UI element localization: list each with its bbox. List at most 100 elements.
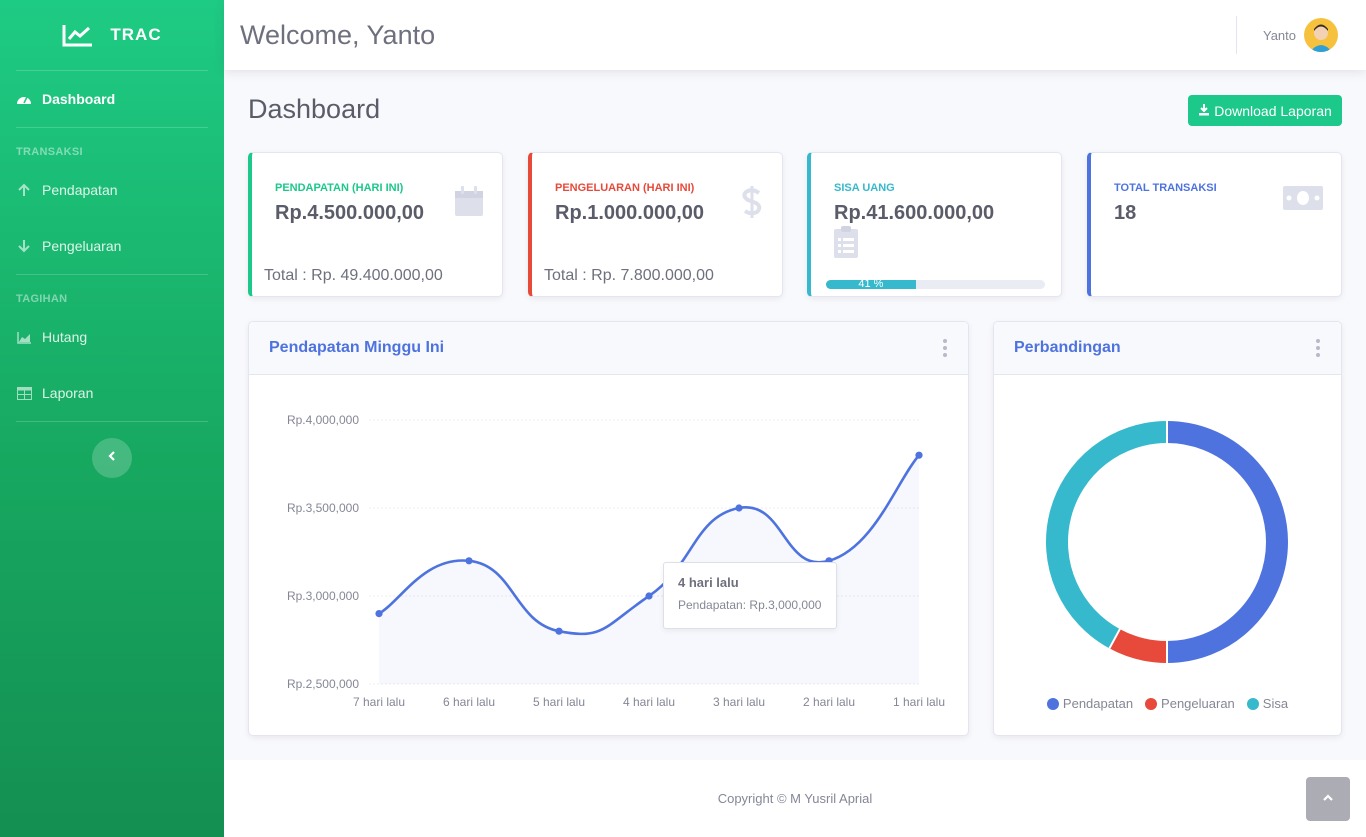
sisa-progress-bar: 41 % [826,280,1045,289]
legend-label: Sisa [1262,696,1289,711]
data-point [735,504,743,512]
legend-item[interactable]: Pendapatan [1046,696,1134,711]
data-point [555,627,563,635]
download-label: Download Laporan [1214,102,1332,119]
legend-item[interactable]: Pengeluaran [1145,696,1235,711]
line-chart: Rp.2,500,000 Rp.3,000,000 Rp.3,500,000 Rp.4… [287,413,945,709]
card-value: 18 [1114,202,1137,224]
sidebar: TRAC Dashboard TRANSAKSI Pendapatan Peng… [0,0,224,837]
progress-fill: 41 % [826,280,916,289]
download-icon [1198,103,1210,119]
kebab-menu-icon[interactable] [1315,339,1321,357]
user-avatar-icon [1310,24,1332,52]
legend-dot [1246,697,1259,710]
legend-label: Pendapatan [1062,696,1134,711]
data-point [375,610,383,618]
card-total: Total : Rp. 49.400.000,00 [264,267,443,284]
donut-chart [1046,421,1288,663]
chart-area-icon [16,329,32,345]
sidebar-item-pengeluaran[interactable]: Pengeluaran [0,218,224,274]
sidebar-item-dashboard[interactable]: Dashboard [0,71,224,127]
x-tick-label: 4 hari lalu [623,695,675,709]
x-tick-label: 2 hari lalu [803,695,855,709]
brand[interactable]: TRAC [0,0,224,70]
scroll-to-top-button[interactable] [1306,777,1350,821]
sidebar-item-hutang[interactable]: Hutang [0,309,224,365]
avatar[interactable] [1304,18,1338,52]
arrow-down-icon [16,238,32,254]
user-name[interactable]: Yanto [1263,28,1296,43]
data-point [645,592,653,600]
sidebar-item-label: Dashboard [42,91,116,107]
arrow-up-icon [16,182,32,198]
brand-name: TRAC [110,25,162,44]
tachometer-icon [16,91,32,107]
card-value: Rp.41.600.000,00 [834,202,995,224]
donut-slice [1046,421,1168,649]
chart-tooltip: 4 hari lalu Pendapatan: Rp.3,000,000 [663,562,837,629]
x-tick-label: 5 hari lalu [533,695,585,709]
sidebar-item-pendapatan[interactable]: Pendapatan [0,162,224,218]
welcome-message: Welcome, Yanto [240,19,436,50]
card-label: PENGELUARAN (HARI INI) [555,182,695,194]
y-tick-label: Rp.3,500,000 [287,501,359,515]
card-label: PENDAPATAN (HARI INI) [275,182,404,194]
x-tick-label: 6 hari lalu [443,695,495,709]
topbar: Welcome, Yanto Yanto [224,0,1366,70]
sidebar-item-label: Hutang [42,329,88,345]
x-tick-label: 3 hari lalu [713,695,765,709]
data-point [915,451,923,459]
sidebar-heading-transaksi: TRANSAKSI [16,146,83,158]
data-point [465,557,473,565]
table-icon [16,385,32,401]
kebab-menu-icon[interactable] [942,339,948,357]
footer: Copyright © M Yusril Aprial [224,760,1366,837]
donut-slice [1166,421,1288,663]
clipboard-list-icon [833,225,859,264]
download-report-button[interactable]: Download Laporan [1188,95,1342,126]
chevron-left-icon [107,449,117,467]
line-chart-panel: Pendapatan Minggu Ini Rp.2,500,000 Rp.3,0… [248,321,969,736]
card-value: Rp.1.000.000,00 [555,202,704,224]
card-label: TOTAL TRANSAKSI [1114,182,1217,194]
sidebar-divider [16,421,208,422]
panel-title: Pendapatan Minggu Ini [269,339,445,356]
card-pendapatan: PENDAPATAN (HARI INI) Rp.4.500.000,00 To… [248,152,503,297]
sidebar-item-label: Laporan [42,385,94,401]
sidebar-toggle-button[interactable] [92,438,132,478]
chevron-up-icon [1322,790,1334,808]
donut-chart-panel: Perbandingan Pendapatan Pengeluaran Sisa [993,321,1342,736]
y-tick-label: Rp.3,000,000 [287,589,359,603]
panel-header: Perbandingan [994,322,1341,375]
dollar-icon [742,185,762,224]
legend-item[interactable]: Sisa [1246,696,1289,711]
chart-line-icon [62,23,94,47]
legend-dot [1046,697,1059,710]
y-tick-label: Rp.2,500,000 [287,677,359,691]
page-title: Dashboard [248,94,381,124]
money-bill-icon [1283,185,1323,216]
copyright-text: Copyright © M Yusril Aprial [717,791,873,806]
panel-title: Perbandingan [1014,339,1121,356]
sidebar-heading-tagihan: TAGIHAN [16,293,68,305]
tooltip-body: Pendapatan: Rp.3,000,000 [678,598,822,612]
sidebar-item-laporan[interactable]: Laporan [0,365,224,421]
card-total: Total : Rp. 7.800.000,00 [544,267,714,284]
card-pengeluaran: PENGELUARAN (HARI INI) Rp.1.000.000,00 T… [528,152,783,297]
tooltip-title: 4 hari lalu [678,575,739,590]
y-tick-label: Rp.4,000,000 [287,413,359,427]
series-area [379,455,919,684]
panel-header: Pendapatan Minggu Ini [249,322,968,375]
x-tick-label: 7 hari lalu [353,695,405,709]
legend-label: Pengeluaran [1161,696,1235,711]
card-label: SISA UANG [834,182,895,194]
topbar-divider [1235,16,1237,54]
calendar-icon [454,185,484,222]
donut-slice [1109,628,1168,663]
card-total-transaksi: TOTAL TRANSAKSI 18 [1087,152,1342,297]
legend-dot [1145,697,1158,710]
x-tick-label: 1 hari lalu [893,695,945,709]
chart-legend: Pendapatan Pengeluaran Sisa [994,696,1341,711]
card-sisa-uang: SISA UANG Rp.41.600.000,00 41 % [807,152,1062,297]
sidebar-item-label: Pendapatan [42,182,118,198]
